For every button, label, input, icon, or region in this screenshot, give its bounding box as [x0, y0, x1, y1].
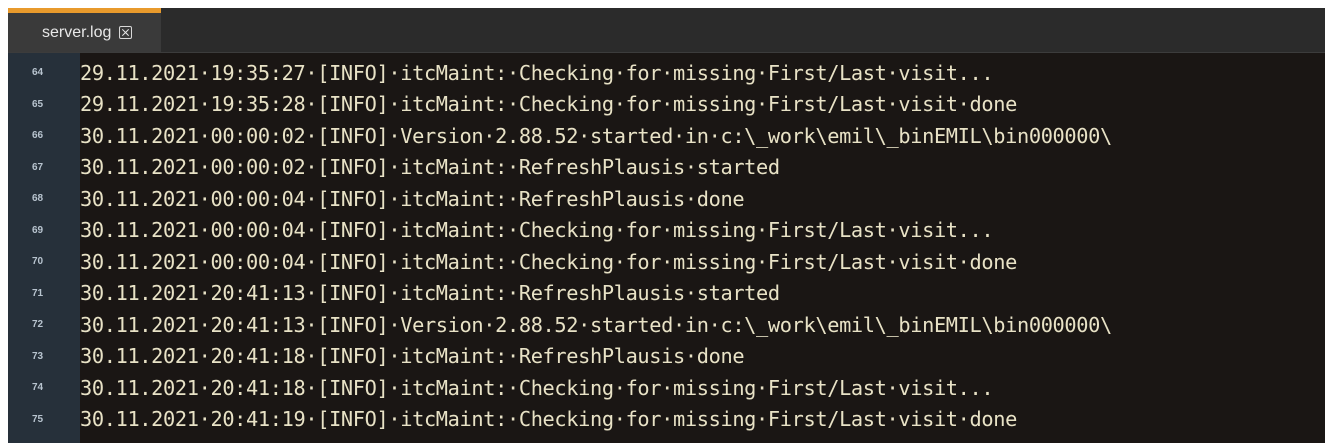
line-number: 73 — [32, 350, 44, 362]
line-number: 69 — [32, 224, 44, 236]
code-line[interactable]: 66 30.11.2021·00:00:02·[INFO]·Version·2.8… — [8, 120, 1325, 152]
tab-label: server.log — [42, 23, 112, 41]
code-line[interactable]: 72 30.11.2021·20:41:13·[INFO]·Version·2.8… — [8, 309, 1325, 341]
line-number: 66 — [32, 130, 44, 142]
line-text: 30.11.2021·00:00:04·[INFO]·itcMaint:·Che… — [80, 218, 994, 243]
editor-window: server.log 64 29.11.2021·19:35:27·[INFO]·… — [8, 8, 1325, 443]
line-number: 75 — [32, 413, 44, 425]
line-text: 30.11.2021·00:00:02·[INFO]·itcMaint:·Ref… — [80, 155, 780, 180]
line-number: 71 — [32, 287, 44, 299]
line-number: 72 — [32, 319, 44, 331]
tab-server-log[interactable]: server.log — [8, 8, 161, 52]
line-number: 65 — [32, 98, 44, 110]
line-text: 29.11.2021·19:35:28·[INFO]·itcMaint:·Che… — [80, 92, 1017, 117]
line-text: 30.11.2021·20:41:13·[INFO]·itcMaint:·Ref… — [80, 281, 780, 306]
code-line[interactable]: 75 30.11.2021·20:41:19·[INFO]·itcMaint:·C… — [8, 404, 1325, 436]
code-line[interactable]: 64 29.11.2021·19:35:27·[INFO]·itcMaint:·C… — [8, 57, 1325, 89]
code-lines: 64 29.11.2021·19:35:27·[INFO]·itcMaint:·C… — [8, 57, 1325, 435]
close-icon[interactable] — [119, 26, 133, 39]
code-line[interactable]: 68 30.11.2021·00:00:04·[INFO]·itcMaint:·R… — [8, 183, 1325, 215]
line-text: 30.11.2021·00:00:04·[INFO]·itcMaint:·Ref… — [80, 186, 745, 211]
code-line[interactable]: 65 29.11.2021·19:35:28·[INFO]·itcMaint:·C… — [8, 89, 1325, 121]
code-line[interactable]: 73 30.11.2021·20:41:18·[INFO]·itcMaint:·R… — [8, 341, 1325, 373]
code-line[interactable]: 70 30.11.2021·00:00:04·[INFO]·itcMaint:·C… — [8, 246, 1325, 278]
line-text: 30.11.2021·00:00:04·[INFO]·itcMaint:·Che… — [80, 249, 1017, 274]
code-line[interactable]: 71 30.11.2021·20:41:13·[INFO]·itcMaint:·R… — [8, 278, 1325, 310]
line-text: 29.11.2021·19:35:27·[INFO]·itcMaint:·Che… — [80, 60, 994, 85]
code-line[interactable]: 69 30.11.2021·00:00:04·[INFO]·itcMaint:·C… — [8, 215, 1325, 247]
line-number: 74 — [32, 382, 44, 394]
tab-bar: server.log — [8, 8, 1325, 53]
line-text: 30.11.2021·20:41:18·[INFO]·itcMaint:·Ref… — [80, 344, 745, 369]
line-number: 64 — [32, 67, 44, 79]
line-text: 30.11.2021·20:41:18·[INFO]·itcMaint:·Che… — [80, 375, 994, 400]
code-line[interactable]: 74 30.11.2021·20:41:18·[INFO]·itcMaint:·C… — [8, 372, 1325, 404]
text-editor[interactable]: 64 29.11.2021·19:35:27·[INFO]·itcMaint:·C… — [8, 53, 1325, 443]
line-text: 30.11.2021·00:00:02·[INFO]·Version·2.88.… — [80, 123, 1112, 148]
line-text: 30.11.2021·20:41:13·[INFO]·Version·2.88.… — [80, 312, 1112, 337]
line-number: 67 — [32, 161, 44, 173]
code-line[interactable]: 67 30.11.2021·00:00:02·[INFO]·itcMaint:·R… — [8, 152, 1325, 184]
line-number: 68 — [32, 193, 44, 205]
line-text: 30.11.2021·20:41:19·[INFO]·itcMaint:·Che… — [80, 407, 1017, 432]
line-number: 70 — [32, 256, 44, 268]
